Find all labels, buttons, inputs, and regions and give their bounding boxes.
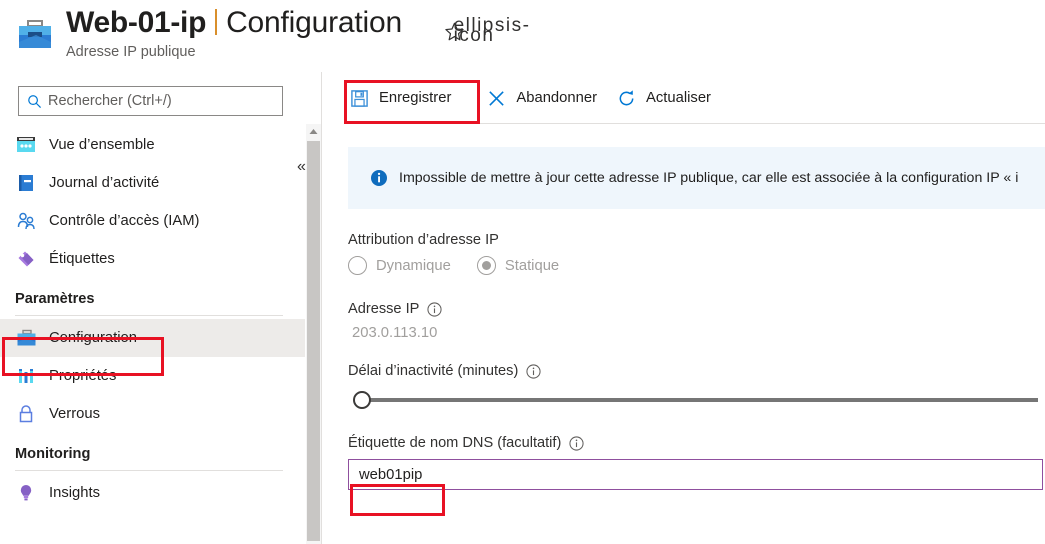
sidebar-group-label: Paramètres [15, 291, 95, 307]
info-banner-text: Impossible de mettre à jour cette adress… [399, 170, 1019, 186]
dns-name-label: Étiquette de nom DNS (facultatif) [348, 435, 1045, 451]
sidebar-item-label: Verrous [49, 406, 100, 422]
configuration-icon [15, 327, 37, 349]
sidebar-item-access-control[interactable]: Contrôle d’accès (IAM) [0, 202, 305, 240]
sidebar-group-divider [15, 470, 283, 471]
sidebar-item-overview[interactable]: Vue d’ensemble [0, 126, 305, 164]
sidebar-item-label: Insights [49, 485, 100, 501]
search-icon [27, 94, 42, 109]
scrollbar-thumb[interactable] [307, 141, 320, 541]
radio-label: Statique [504, 257, 560, 274]
save-button[interactable]: Enregistrer [348, 82, 451, 114]
sidebar-item-insights[interactable]: Insights [0, 474, 305, 512]
save-button-label: Enregistrer [379, 90, 452, 106]
idle-timeout-label: Délai d’inactivité (minutes) [348, 363, 1045, 379]
configuration-form: Attribution d’adresse IP Dynamique Stati… [348, 232, 1045, 490]
info-icon [370, 169, 388, 187]
refresh-icon [615, 87, 637, 109]
sidebar-scrollbar[interactable] [306, 124, 321, 544]
sidebar-group-monitoring: Monitoring [0, 433, 305, 465]
ip-address-label-text: Adresse IP [348, 301, 420, 317]
tags-icon [15, 248, 37, 270]
more-options-ellipsis-icon[interactable]: ellipsis-icon [454, 16, 529, 45]
refresh-button-label: Actualiser [646, 90, 711, 106]
activity-log-icon [15, 172, 37, 194]
idle-timeout-slider[interactable] [348, 387, 1045, 413]
command-toolbar: Enregistrer Abandonner Actualiser [322, 72, 1045, 124]
sidebar-item-activity-log[interactable]: Journal d’activité [0, 164, 305, 202]
sidebar-item-label: Propriétés [49, 368, 117, 384]
search-input[interactable]: Rechercher (Ctrl+/) [18, 86, 283, 116]
sidebar-item-configuration[interactable]: Configuration [0, 319, 305, 357]
sidebar-item-locks[interactable]: Verrous [0, 395, 305, 433]
dns-name-label-text: Étiquette de nom DNS (facultatif) [348, 435, 562, 451]
sidebar-item-label: Étiquettes [49, 251, 115, 267]
sidebar: Rechercher (Ctrl+/) « Vue d’ensemble Jou… [0, 72, 306, 544]
info-circle-icon[interactable] [427, 301, 442, 317]
main-content: Enregistrer Abandonner Actualiser Imposs… [322, 72, 1045, 544]
page-title: Web-01-ip Configuration [66, 6, 402, 40]
radio-label: Dynamique [376, 257, 451, 274]
ip-address-label: Adresse IP [348, 301, 1045, 317]
sidebar-group-parametres: Paramètres [0, 278, 305, 310]
resource-type-subtitle: Adresse IP publique [66, 44, 196, 60]
radio-circle-unchecked [348, 256, 367, 275]
sidebar-group-divider [15, 315, 283, 316]
ip-assignment-label: Attribution d’adresse IP [348, 232, 1045, 248]
ip-address-value: 203.0.113.10 [352, 325, 438, 341]
sidebar-item-tags[interactable]: Étiquettes [0, 240, 305, 278]
title-separator [215, 9, 218, 35]
resource-name: Web-01-ip [66, 6, 207, 39]
scroll-up-arrow-icon[interactable] [306, 124, 321, 139]
page-header: Web-01-ip Configuration ellipsis-icon Ad… [0, 0, 1045, 72]
sidebar-item-properties[interactable]: Propriétés [0, 357, 305, 395]
sidebar-item-label: Vue d’ensemble [49, 137, 155, 153]
info-banner: Impossible de mettre à jour cette adress… [348, 147, 1045, 209]
radio-dynamique[interactable]: Dynamique [348, 256, 451, 275]
slider-track [358, 398, 1038, 402]
info-circle-icon[interactable] [526, 363, 541, 379]
save-floppy-icon [348, 87, 370, 109]
refresh-button[interactable]: Actualiser [615, 82, 711, 114]
properties-icon [15, 365, 37, 387]
locks-icon [15, 403, 37, 425]
ip-assignment-label-text: Attribution d’adresse IP [348, 232, 499, 248]
sidebar-item-label: Configuration [49, 330, 138, 346]
radio-circle-checked [476, 256, 496, 275]
radio-statique[interactable]: Statique [476, 256, 560, 275]
dns-name-input[interactable]: web01pip [348, 459, 1043, 490]
close-x-icon [485, 87, 507, 109]
page-section-name: Configuration [226, 6, 402, 39]
discard-button-label: Abandonner [516, 90, 598, 106]
discard-button[interactable]: Abandonner [485, 82, 597, 114]
insights-icon [15, 482, 37, 504]
toolbar-divider [348, 123, 1045, 124]
sidebar-group-label: Monitoring [15, 446, 91, 462]
overview-icon [15, 134, 37, 156]
public-ip-resource-icon [16, 18, 54, 52]
search-placeholder: Rechercher (Ctrl+/) [48, 93, 172, 109]
info-circle-icon[interactable] [569, 435, 584, 451]
idle-timeout-label-text: Délai d’inactivité (minutes) [348, 363, 519, 379]
dns-name-value: web01pip [359, 466, 423, 483]
sidebar-item-label: Journal d’activité [49, 175, 160, 191]
access-control-icon [15, 210, 37, 232]
sidebar-nav-list: Vue d’ensemble Journal d’activité Contrô… [0, 126, 305, 512]
ip-assignment-radio-group: Dynamique Statique [348, 256, 1045, 275]
slider-thumb[interactable] [353, 391, 371, 409]
sidebar-item-label: Contrôle d’accès (IAM) [49, 213, 200, 229]
